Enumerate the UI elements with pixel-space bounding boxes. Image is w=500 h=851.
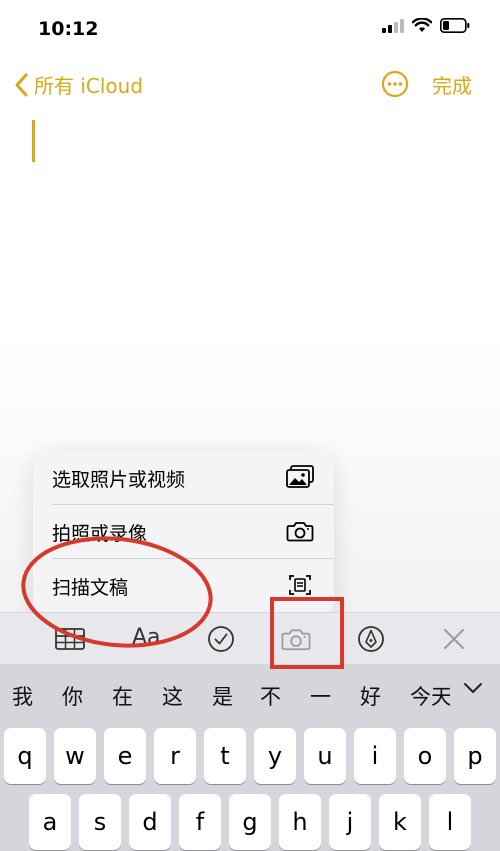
key[interactable]: k <box>379 794 421 850</box>
keyboard: q w e r t y u i o p a s d f g h j k l <box>0 724 500 851</box>
close-icon <box>444 629 464 649</box>
key[interactable]: g <box>229 794 271 850</box>
candidate-word[interactable]: 是 <box>212 681 233 711</box>
key[interactable]: u <box>304 728 346 784</box>
markup-button[interactable] <box>355 623 387 655</box>
key[interactable]: p <box>454 728 496 784</box>
key[interactable]: j <box>329 794 371 850</box>
candidate-word[interactable]: 好 <box>360 681 381 711</box>
key[interactable]: s <box>79 794 121 850</box>
menu-item-take-photo[interactable]: 拍照或录像 <box>33 505 334 558</box>
pen-tip-circle-icon <box>358 626 384 652</box>
candidate-word[interactable]: 今天 <box>410 681 450 711</box>
back-button-label: 所有 iCloud <box>34 74 144 98</box>
candidate-bar: 我 你 在 这 是 不 一 好 今天 <box>0 664 500 724</box>
more-options-button[interactable] <box>381 70 409 98</box>
status-bar: 10:12 <box>0 0 500 60</box>
candidate-word[interactable]: 在 <box>112 681 133 711</box>
candidate-word[interactable]: 我 <box>12 681 33 711</box>
key[interactable]: i <box>354 728 396 784</box>
key[interactable]: l <box>429 794 471 850</box>
candidate-word[interactable]: 不 <box>260 681 281 711</box>
key[interactable]: t <box>204 728 246 784</box>
table-icon <box>55 628 85 650</box>
close-toolbar-button[interactable] <box>438 623 470 655</box>
text-cursor <box>32 120 35 162</box>
table-button[interactable] <box>54 623 86 655</box>
nav-bar: 所有 iCloud 完成 <box>0 60 500 110</box>
candidate-word[interactable]: 你 <box>62 681 83 711</box>
key[interactable]: w <box>54 728 96 784</box>
camera-button[interactable] <box>280 623 312 655</box>
key[interactable]: a <box>29 794 71 850</box>
menu-item-label: 拍照或录像 <box>52 523 148 545</box>
menu-item-scan-document[interactable]: 扫描文稿 <box>33 559 334 612</box>
candidate-word[interactable]: 一 <box>310 681 331 711</box>
camera-icon <box>281 629 311 651</box>
checkmark-circle-icon <box>208 626 234 652</box>
checklist-button[interactable] <box>205 623 237 655</box>
key[interactable]: h <box>279 794 321 850</box>
back-button[interactable]: 所有 iCloud <box>14 70 143 99</box>
candidate-word[interactable]: 这 <box>162 681 183 711</box>
key[interactable]: y <box>254 728 296 784</box>
menu-item-label: 扫描文稿 <box>52 577 129 599</box>
format-button[interactable]: Aa <box>132 625 161 650</box>
key[interactable]: q <box>4 728 46 784</box>
status-time: 10:12 <box>38 18 99 40</box>
scan-document-icon <box>289 575 311 595</box>
attachment-menu: 选取照片或视频 拍照或录像 扫描文稿 <box>33 451 334 616</box>
status-icons <box>382 18 470 33</box>
wifi-icon <box>412 18 432 32</box>
ellipsis-circle-icon <box>381 70 409 98</box>
chevron-down-icon[interactable] <box>462 680 484 696</box>
menu-item-label: 选取照片或视频 <box>52 469 186 491</box>
key[interactable]: e <box>104 728 146 784</box>
key[interactable]: r <box>154 728 196 784</box>
key[interactable]: f <box>179 794 221 850</box>
notes-toolbar: Aa <box>0 612 500 665</box>
menu-item-choose-photo[interactable]: 选取照片或视频 <box>33 451 334 504</box>
key[interactable]: d <box>129 794 171 850</box>
cellular-signal-icon <box>382 18 404 33</box>
battery-icon <box>440 18 470 33</box>
photo-library-icon <box>286 465 314 488</box>
chevron-left-icon <box>15 73 28 96</box>
camera-icon <box>286 522 314 542</box>
done-button[interactable]: 完成 <box>432 70 472 99</box>
key[interactable]: o <box>404 728 446 784</box>
